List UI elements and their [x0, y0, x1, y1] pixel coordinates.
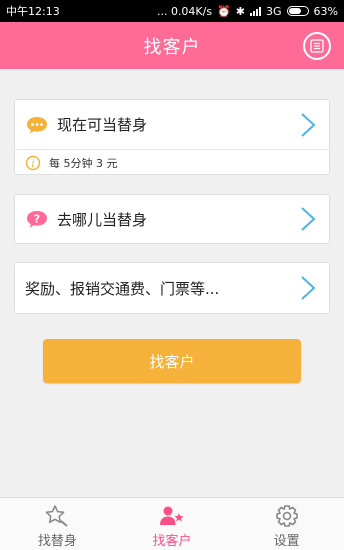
status-time: 中午12:13 — [6, 5, 60, 18]
price-note: 每 5分钟 3 元 — [49, 156, 118, 170]
app-header: 找客户 — [0, 22, 344, 69]
bottom-tab-bar: 找替身 找客户 设置 — [0, 497, 344, 550]
chevron-right-icon — [301, 207, 316, 231]
bluetooth-icon: ✱ — [235, 4, 246, 18]
rewards-row[interactable]: 奖励、报销交通费、门票等... — [15, 263, 329, 313]
list-icon — [310, 39, 324, 53]
now-substitute-label: 现在可当替身 — [57, 116, 148, 134]
settings-gear-icon — [275, 505, 298, 527]
signal-icon — [250, 6, 262, 16]
network-type: 3G — [266, 4, 282, 18]
now-substitute-card: 现在可当替身 i 每 5分钟 3 元 — [14, 99, 330, 175]
status-indicators: ... 0.04K/s ⏰ ✱ 3G 63% — [157, 5, 338, 18]
svg-text:?: ? — [34, 213, 40, 226]
where-substitute-label: 去哪儿当替身 — [57, 210, 148, 229]
svg-text:i: i — [31, 159, 34, 170]
info-icon: i — [25, 155, 41, 170]
chevron-right-icon — [301, 276, 316, 300]
battery-icon — [286, 6, 309, 16]
status-bar: 中午12:13 ... 0.04K/s ⏰ ✱ 3G 63% — [0, 0, 344, 22]
tab-settings[interactable]: 设置 — [229, 498, 344, 550]
page-title: 找客户 — [143, 36, 201, 58]
tab-label: 找替身 — [37, 534, 77, 549]
tab-label: 设置 — [273, 534, 300, 549]
alarm-icon: ⏰ — [217, 4, 231, 18]
where-substitute-row[interactable]: ? 去哪儿当替身 — [15, 195, 329, 243]
find-client-icon — [160, 506, 184, 525]
net-speed: ... 0.04K/s — [156, 4, 213, 18]
find-client-button[interactable]: 找客户 — [43, 339, 301, 383]
tab-find-substitute[interactable]: 找替身 — [0, 498, 115, 550]
tab-find-client[interactable]: 找客户 — [115, 498, 230, 550]
tab-label: 找客户 — [152, 534, 192, 549]
menu-button[interactable] — [303, 32, 331, 60]
chat-bubble-icon — [27, 116, 47, 133]
price-note-row: i 每 5分钟 3 元 — [15, 150, 329, 175]
question-bubble-icon: ? — [27, 211, 47, 228]
where-substitute-card: ? 去哪儿当替身 — [14, 194, 330, 244]
rewards-label: 奖励、报销交通费、门票等... — [25, 279, 220, 298]
chevron-right-icon — [301, 112, 316, 137]
now-substitute-row[interactable]: 现在可当替身 — [15, 100, 329, 150]
battery-percent: 63% — [313, 4, 338, 18]
rewards-card: 奖励、报销交通费、门票等... — [14, 262, 330, 314]
find-substitute-icon — [45, 505, 68, 527]
